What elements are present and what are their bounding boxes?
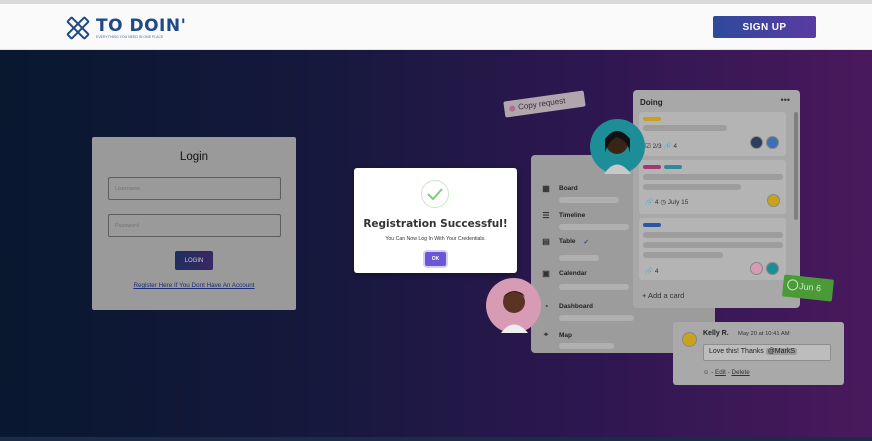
placeholder-line bbox=[559, 343, 614, 349]
add-card-label: + Add a card bbox=[642, 291, 685, 300]
registration-success-modal: Registration Successful! You Can Now Log… bbox=[354, 168, 517, 273]
label-bar bbox=[643, 223, 661, 227]
avatar bbox=[766, 136, 779, 149]
map-pin-icon: ⌖ bbox=[543, 330, 549, 339]
emoji-icon: ☺ bbox=[703, 369, 710, 376]
avatar bbox=[767, 194, 780, 207]
list-scrollbar bbox=[794, 112, 798, 220]
comment-edit-link: Edit bbox=[715, 369, 726, 376]
table-check-icon: ✓ bbox=[583, 238, 589, 246]
placeholder-line bbox=[643, 125, 727, 131]
brand-name: TO DOIN' bbox=[96, 15, 187, 36]
table-icon: ▤ bbox=[542, 237, 550, 246]
sidebar-label: Table bbox=[559, 238, 576, 245]
placeholder-line bbox=[643, 174, 783, 180]
comment-illustration: Kelly R. May 20 at 10:41 AM Love this! T… bbox=[673, 322, 844, 385]
person-face-icon bbox=[604, 131, 631, 174]
os-taskbar bbox=[0, 437, 872, 441]
copy-request-label: Copy request bbox=[517, 96, 566, 112]
card-meta: 🔗 4 bbox=[645, 268, 659, 275]
board-icon: ▦ bbox=[542, 184, 550, 193]
placeholder-line bbox=[559, 315, 634, 321]
due-date-label: Jun 6 bbox=[798, 281, 822, 294]
comment-mention: @MarkS bbox=[765, 348, 798, 355]
placeholder-line bbox=[643, 232, 783, 238]
person-avatar-illustration bbox=[486, 278, 541, 333]
placeholder-line bbox=[559, 255, 599, 261]
sidebar-label: Dashboard bbox=[559, 303, 593, 310]
sidebar-item-calendar: ▣ Calendar bbox=[541, 269, 587, 278]
username-input[interactable] bbox=[108, 177, 281, 200]
modal-message: You Can Now Log In With Your Credentials… bbox=[385, 236, 486, 242]
sidebar-item-dashboard: ◔ Dashboard bbox=[541, 302, 593, 311]
person-avatar-illustration bbox=[590, 119, 645, 174]
list-menu-icon: ••• bbox=[780, 95, 790, 105]
separator: - bbox=[711, 369, 714, 376]
ok-button[interactable]: OK bbox=[425, 252, 446, 266]
avatar bbox=[682, 332, 697, 347]
comment-actions: ☺ - Edit - Delete bbox=[703, 369, 750, 376]
sidebar-label: Board bbox=[559, 185, 578, 192]
comment-text-box: Love this! Thanks @MarkS bbox=[703, 344, 831, 361]
avatar bbox=[766, 262, 779, 275]
signup-button[interactable]: SIGN UP bbox=[713, 16, 816, 38]
clock-icon bbox=[786, 278, 799, 291]
label-bar bbox=[643, 165, 661, 169]
sidebar-item-map: ⌖ Map bbox=[541, 330, 572, 340]
placeholder-line bbox=[643, 184, 741, 190]
sidebar-label: Map bbox=[559, 331, 572, 339]
comment-time: May 20 at 10:41 AM bbox=[738, 331, 790, 337]
sidebar-item-table: ▤ Table ✓ bbox=[541, 237, 589, 246]
avatar bbox=[750, 136, 763, 149]
brand-logo[interactable]: TO DOIN' EVERYTHING YOU NEED IN ONE PLAC… bbox=[64, 14, 186, 42]
sidebar-item-board: ▦ Board bbox=[541, 184, 578, 193]
placeholder-line bbox=[643, 252, 723, 258]
tag-dot-icon bbox=[508, 105, 516, 112]
list-title: Doing bbox=[640, 98, 663, 107]
avatar bbox=[750, 262, 763, 275]
sidebar-label: Timeline bbox=[559, 212, 586, 219]
dashboard-icon: ◔ bbox=[543, 302, 549, 311]
modal-title: Registration Successful! bbox=[363, 218, 508, 230]
calendar-icon: ▣ bbox=[542, 269, 550, 278]
success-check-icon bbox=[421, 180, 449, 208]
person-face-icon bbox=[501, 291, 528, 333]
comment-author: Kelly R. bbox=[703, 330, 729, 337]
logo-cross-icon bbox=[66, 16, 90, 40]
placeholder-line bbox=[559, 224, 629, 230]
comment-delete-link: Delete bbox=[731, 369, 750, 376]
task-card: 🔗 4 ◷ July 15 bbox=[639, 160, 786, 214]
task-card: 🔗 4 bbox=[639, 218, 786, 280]
login-button[interactable]: LOGIN bbox=[175, 251, 213, 270]
comment-text: Love this! Thanks bbox=[709, 348, 764, 355]
site-header: TO DOIN' EVERYTHING YOU NEED IN ONE PLAC… bbox=[0, 4, 872, 50]
password-input[interactable] bbox=[108, 214, 281, 237]
login-title: Login bbox=[179, 151, 209, 163]
sidebar-item-timeline: ☰ Timeline bbox=[541, 211, 585, 220]
register-link[interactable]: Register Here If You Dont Have An Accoun… bbox=[92, 282, 296, 289]
placeholder-line bbox=[559, 284, 629, 290]
card-meta: 🔗 4 ◷ July 15 bbox=[645, 199, 689, 206]
label-bar bbox=[643, 117, 661, 121]
timeline-icon: ☰ bbox=[542, 211, 550, 220]
sidebar-label: Calendar bbox=[559, 270, 587, 277]
placeholder-line bbox=[559, 197, 619, 203]
brand-tagline: EVERYTHING YOU NEED IN ONE PLACE bbox=[96, 34, 164, 39]
task-card: ☑ 2/3 🔗 4 bbox=[639, 112, 786, 156]
doing-list-illustration: Doing ••• ☑ 2/3 🔗 4 🔗 4 ◷ July 15 🔗 4 + … bbox=[633, 90, 800, 308]
separator: - bbox=[727, 369, 730, 376]
card-meta: ☑ 2/3 🔗 4 bbox=[645, 143, 677, 150]
placeholder-line bbox=[643, 242, 783, 248]
login-card: Login LOGIN Register Here If You Dont Ha… bbox=[92, 137, 296, 310]
label-bar bbox=[664, 165, 682, 169]
